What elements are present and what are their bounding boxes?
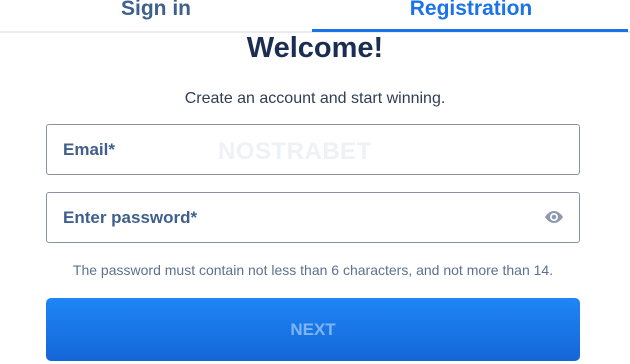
page-subtitle: Create an account and start winning. — [184, 90, 446, 107]
tab-sign-in[interactable]: Sign in — [0, 0, 312, 28]
tab-registration[interactable]: Registration — [312, 0, 630, 28]
password-requirements-hint: The password must contain not less than … — [72, 262, 554, 278]
watermark-logo: NOSTRABET — [218, 138, 372, 165]
page-title: Welcome! — [246, 32, 384, 64]
password-input[interactable] — [47, 193, 579, 242]
eye-icon-graphic — [545, 211, 563, 223]
registration-page: Sign in Registration Welcome! Create an … — [0, 0, 630, 364]
auth-tabs: Sign in Registration — [0, 0, 630, 34]
next-button[interactable]: NEXT — [46, 298, 580, 361]
password-field[interactable]: Enter password* — [46, 192, 580, 243]
eye-icon[interactable] — [543, 208, 565, 226]
